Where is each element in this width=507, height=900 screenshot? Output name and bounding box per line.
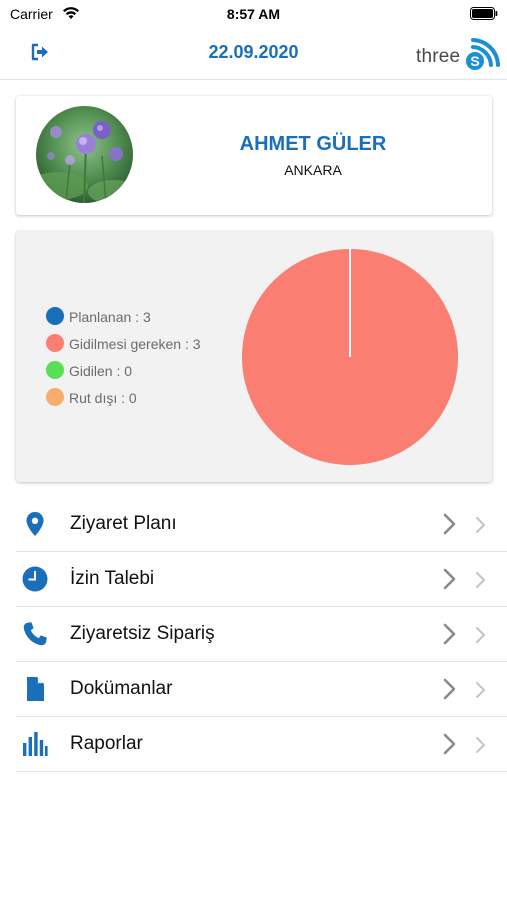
- disclosure-chevron-icon: [476, 572, 485, 588]
- legend-item-off-route: Rut dışı : 0: [46, 388, 236, 415]
- document-icon: [27, 677, 44, 701]
- chevron-right-icon: [443, 733, 456, 755]
- menu-item-documents[interactable]: Dokümanlar: [0, 662, 507, 717]
- legend-label-planned: Planlanan : 3: [69, 309, 151, 325]
- battery-icon: [470, 7, 498, 20]
- disclosure-chevron-icon: [476, 517, 485, 533]
- menu-label-visit-plan: Ziyaret Planı: [70, 513, 177, 534]
- location-pin-icon: [26, 512, 44, 536]
- menu-item-leave-request[interactable]: İzin Talebi: [0, 552, 507, 607]
- profile-city: ANKARA: [284, 162, 342, 178]
- chevron-right-icon: [443, 568, 456, 590]
- menu-item-unvisited-order[interactable]: Ziyaretsiz Sipariş: [0, 607, 507, 662]
- menu-item-reports[interactable]: Raporlar: [0, 717, 507, 772]
- legend-item-visited: Gidilen : 0: [46, 361, 236, 388]
- legend-label-to-visit: Gidilmesi gereken : 3: [69, 336, 201, 352]
- chevron-right-icon: [443, 678, 456, 700]
- profile-card: AHMET GÜLER ANKARA: [16, 96, 492, 215]
- chart-legend: Planlanan : 3 Gidilmesi gereken : 3 Gidi…: [46, 307, 236, 415]
- legend-item-to-visit: Gidilmesi gereken : 3: [46, 334, 236, 361]
- status-time: 8:57 AM: [226, 6, 281, 22]
- bar-chart-icon: [23, 732, 48, 756]
- profile-name: AHMET GÜLER: [239, 133, 387, 155]
- avatar[interactable]: [36, 106, 133, 203]
- status-bar: Carrier 8:57 AM: [0, 0, 507, 28]
- legend-item-planned: Planlanan : 3: [46, 307, 236, 334]
- disclosure-chevron-icon: [476, 682, 485, 698]
- legend-dot-planned: [46, 307, 64, 325]
- brand-mark-letter: S: [470, 53, 479, 69]
- menu-label-documents: Dokümanlar: [70, 678, 173, 699]
- brand-text: three: [416, 46, 461, 67]
- legend-dot-to-visit: [46, 334, 64, 352]
- menu-item-visit-plan[interactable]: Ziyaret Planı: [0, 497, 507, 552]
- visit-stats-card: Planlanan : 3 Gidilmesi gereken : 3 Gidi…: [16, 231, 492, 482]
- main-menu: Ziyaret Planı İzin Talebi Ziyaretsiz Sip…: [0, 497, 507, 772]
- legend-dot-off-route: [46, 388, 64, 406]
- brand-logo: three S: [414, 32, 502, 74]
- nav-bar: 22.09.2020 three S: [0, 28, 507, 80]
- legend-label-off-route: Rut dışı : 0: [69, 390, 137, 406]
- legend-dot-visited: [46, 361, 64, 379]
- visit-pie-chart: [242, 249, 458, 465]
- chevron-right-icon: [443, 513, 456, 535]
- legend-label-visited: Gidilen : 0: [69, 363, 133, 379]
- chevron-right-icon: [443, 623, 456, 645]
- menu-label-leave-request: İzin Talebi: [70, 568, 155, 589]
- phone-icon: [23, 622, 47, 646]
- disclosure-chevron-icon: [476, 737, 485, 753]
- menu-label-unvisited-order: Ziyaretsiz Sipariş: [70, 623, 215, 644]
- menu-label-reports: Raporlar: [70, 733, 143, 754]
- brand-signal-icon: S: [466, 38, 500, 70]
- clock-icon: [22, 566, 48, 592]
- disclosure-chevron-icon: [476, 627, 485, 643]
